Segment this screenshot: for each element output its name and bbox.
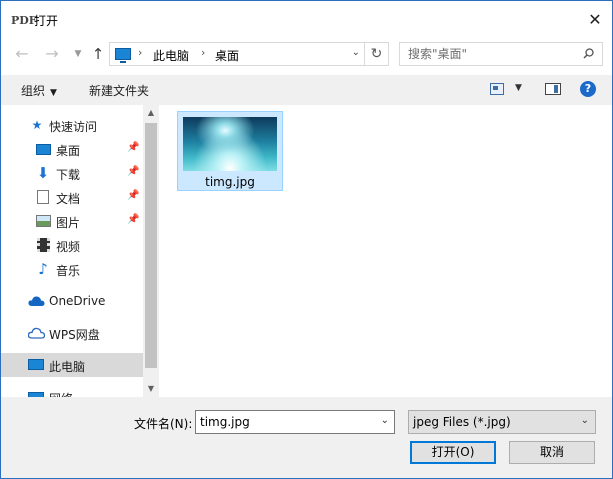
image-thumbnail [183,117,277,171]
cloud-icon [28,296,45,306]
pin-icon[interactable]: 📌 [127,214,139,225]
file-type-value: jpeg Files (*.jpg) [413,415,511,429]
cancel-button[interactable]: 取消 [509,441,595,464]
desktop-icon [36,144,51,155]
command-toolbar: 组织 ▼ 新建文件夹 ▼ ? [1,75,612,105]
scroll-up-icon[interactable]: ▲ [143,105,159,121]
file-item[interactable]: timg.jpg [177,111,283,191]
title-bar: PDF 打开 ✕ [1,1,612,39]
pin-icon[interactable]: 📌 [127,190,139,201]
computer-icon [115,48,131,63]
pin-icon[interactable]: 📌 [127,166,139,177]
sidebar-item-pictures[interactable]: 图片 📌 [1,209,143,233]
view-options-chevron-icon[interactable]: ▼ [515,83,522,93]
address-chevron-down-icon[interactable]: ⌄ [352,47,360,58]
search-icon[interactable] [583,48,594,59]
sidebar-item-label: 视频 [56,240,81,254]
sidebar-item-documents[interactable]: 文档 📌 [1,185,143,209]
sidebar-item-label: 快速访问 [49,120,98,134]
sidebar-item-downloads[interactable]: ⬇ 下载 📌 [1,161,143,185]
sidebar-item-onedrive[interactable]: OneDrive [1,289,143,313]
pin-icon[interactable]: 📌 [127,142,139,153]
sidebar-item-label: WPS网盘 [49,328,100,342]
address-bar[interactable]: › 此电脑 › 桌面 ⌄ ↻ [109,42,389,66]
music-icon: ♪ [38,260,48,278]
sidebar-scrollbar[interactable]: ▲ ▼ [143,105,159,397]
breadcrumb-this-pc[interactable]: 此电脑 [153,47,189,64]
back-arrow-icon[interactable]: ← [11,43,33,65]
chevron-down-icon: ▼ [50,88,57,98]
filename-combobox[interactable]: ⌄ [195,410,395,434]
search-box[interactable] [399,42,603,66]
sidebar-item-label: 图片 [56,216,81,230]
scroll-down-icon[interactable]: ▼ [143,381,159,397]
scroll-thumb[interactable] [145,123,157,368]
star-icon: ★ [31,118,43,132]
organize-button[interactable]: 组织 ▼ [21,82,57,99]
breadcrumb-desktop[interactable]: 桌面 [215,47,239,64]
document-icon [37,190,49,204]
pdf-app-icon: PDF [11,14,37,27]
dialog-footer: 文件名(N): ⌄ jpeg Files (*.jpg) ⌄ 打开(O) 取消 [1,397,612,478]
download-icon: ⬇ [36,164,50,182]
picture-icon [36,215,51,227]
preview-pane-icon[interactable] [545,83,561,95]
up-arrow-icon[interactable]: ↑ [87,43,109,65]
new-folder-button[interactable]: 新建文件夹 [89,82,149,99]
sidebar-item-videos[interactable]: 视频 [1,233,143,257]
sidebar-item-label: 下载 [56,168,81,182]
sidebar-item-desktop[interactable]: 桌面 📌 [1,137,143,161]
help-icon[interactable]: ? [580,81,596,97]
sidebar-item-label: 网络 [49,390,73,397]
sidebar-item-music[interactable]: ♪ 音乐 [1,257,143,281]
sidebar-item-quick-access[interactable]: ★ 快速访问 [1,113,143,137]
sidebar-item-this-pc[interactable]: 此电脑 [1,353,143,377]
sidebar-item-label: 音乐 [56,264,81,278]
sidebar-item-network[interactable]: 网络 [1,385,143,397]
change-view-icon[interactable] [490,83,504,95]
file-type-select[interactable]: jpeg Files (*.jpg) ⌄ [408,410,596,434]
close-button[interactable]: ✕ [584,9,606,31]
forward-arrow-icon[interactable]: → [41,43,63,65]
sidebar-item-label: 桌面 [56,144,81,158]
window-title: 打开 [34,14,59,28]
refresh-icon[interactable]: ↻ [364,42,388,66]
navigation-bar: ← → ▼ ↑ › 此电脑 › 桌面 ⌄ ↻ [1,39,612,69]
sidebar-item-label: 此电脑 [49,360,86,374]
open-file-dialog: PDF 打开 ✕ ← → ▼ ↑ › 此电脑 › 桌面 ⌄ ↻ 组织 ▼ 新建文件… [0,0,613,479]
sidebar-item-label: 文档 [56,192,81,206]
video-icon [37,238,50,252]
recent-locations-chevron-icon[interactable]: ▼ [67,43,89,65]
breadcrumb-separator-icon[interactable]: › [138,46,142,59]
filename-input[interactable] [200,414,370,430]
open-button[interactable]: 打开(O) [410,441,496,464]
organize-label: 组织 [21,84,46,98]
computer-icon [28,359,44,370]
file-list: timg.jpg [159,105,612,397]
filename-label: 文件名(N): [134,417,193,431]
sidebar-item-wps-cloud[interactable]: WPS网盘 [1,321,143,345]
wps-cloud-icon [28,327,45,339]
chevron-down-icon[interactable]: ⌄ [381,415,389,426]
sidebar-item-label: OneDrive [49,294,106,308]
search-input[interactable] [408,46,578,62]
chevron-down-icon: ⌄ [580,415,589,426]
file-name: timg.jpg [205,175,255,189]
breadcrumb-separator-icon[interactable]: › [201,46,205,59]
navigation-pane: ★ 快速访问 桌面 📌 ⬇ 下载 📌 文档 📌 图片 📌 视频 ♪ 音乐 One… [1,105,159,397]
